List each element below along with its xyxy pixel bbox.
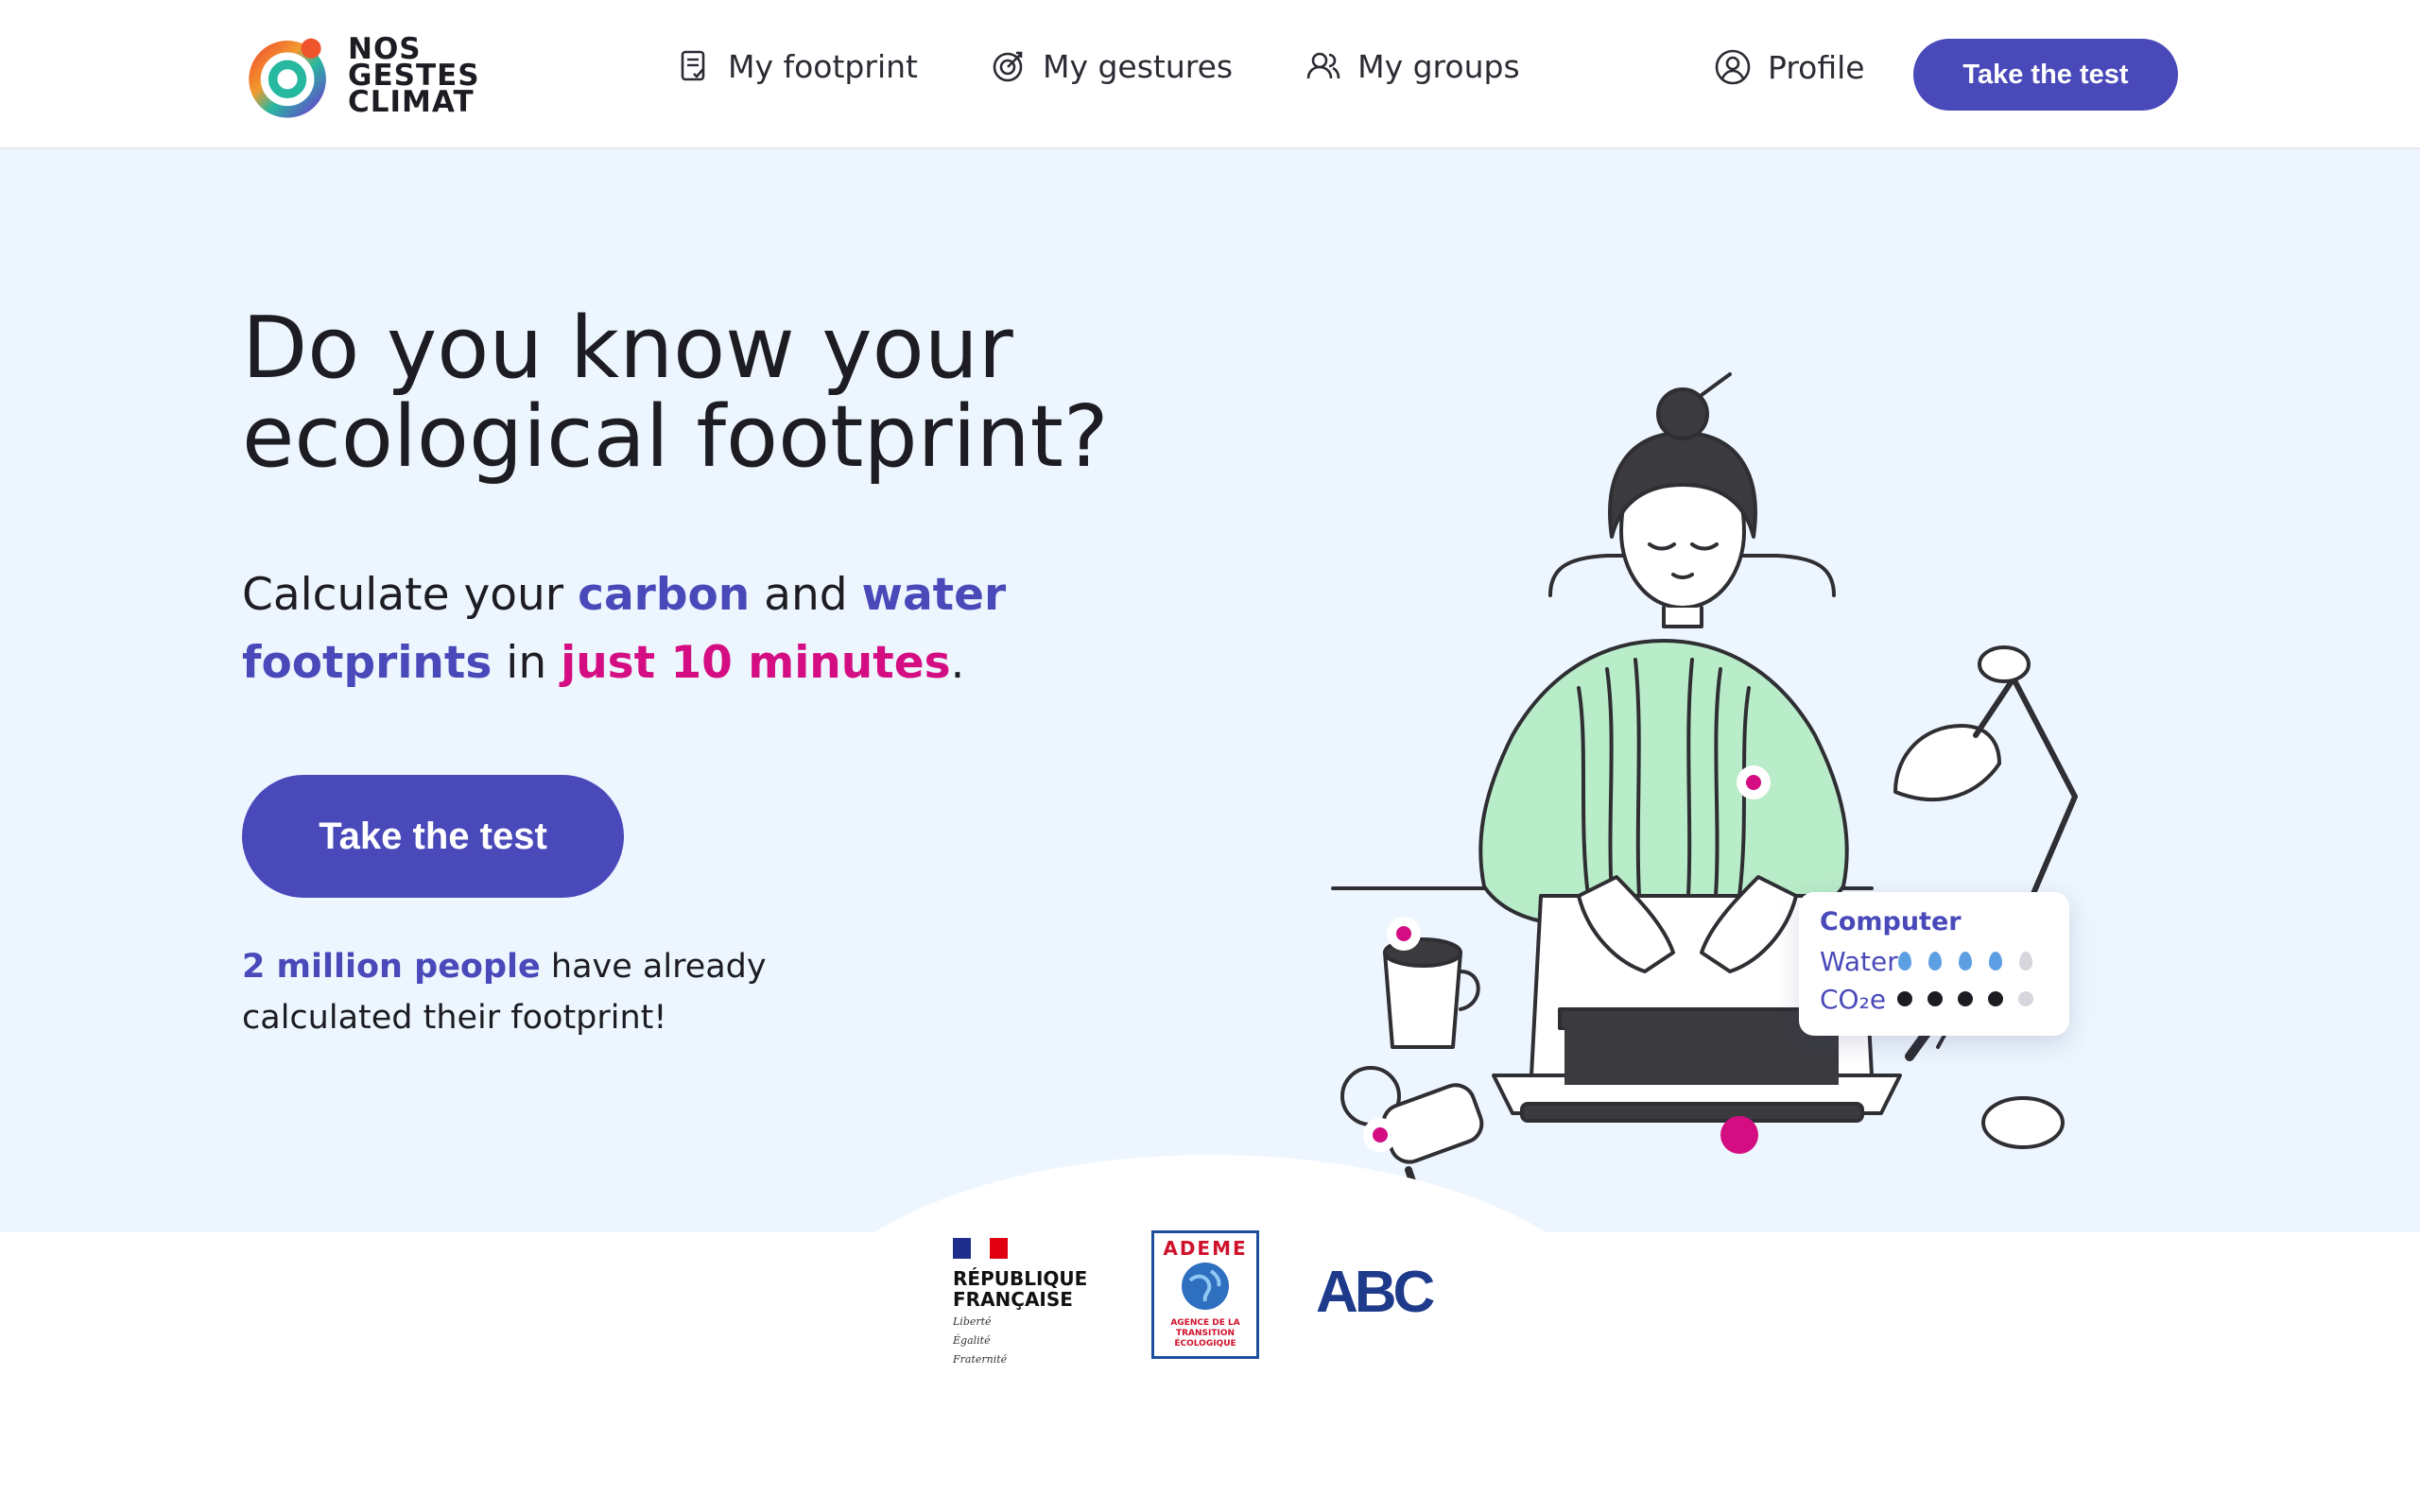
computer-impact-card[interactable]: Computer Water CO₂e [1799, 892, 2069, 1036]
subtitle-text-4: . [950, 637, 965, 689]
globe-icon [1182, 1263, 1229, 1310]
hero-title: Do you know your ecological footprint? [242, 299, 1109, 487]
co2-label: CO₂e [1820, 983, 1887, 1015]
abc-logo-mark: ABC [1316, 1260, 1439, 1325]
water-drop-icon [2018, 952, 2032, 971]
co2-dot-icon [2018, 991, 2033, 1006]
abc-logo: ABC [1316, 1260, 1471, 1325]
header-take-test-button[interactable]: Take the test [1913, 39, 2178, 111]
nav-my-footprint[interactable]: My footprint [675, 47, 918, 85]
ademe-name: ADEME [1163, 1237, 1248, 1260]
rf-motto-3: Fraternité [953, 1353, 1008, 1366]
rf-line2: FRANÇAISE [953, 1288, 1073, 1311]
subtitle-text-3: in [492, 637, 562, 689]
nav-my-footprint-label: My footprint [728, 47, 918, 85]
ademe-sub-1: AGENCE DE LA [1170, 1318, 1240, 1328]
water-drop-icon [1897, 952, 1911, 971]
hero-subtitle: Calculate your carbon and water footprin… [242, 561, 1055, 697]
subtitle-text-2: and [750, 569, 862, 621]
water-label: Water [1820, 945, 1898, 977]
hero-social-proof: 2 million people have already calculated… [242, 941, 847, 1043]
water-drop-icon [1958, 952, 1972, 971]
profile-link[interactable]: Profile [1713, 47, 1865, 87]
co2-dot-icon [1927, 991, 1943, 1006]
co2-dots-rating [1897, 991, 2048, 1006]
co2-dot-icon [1897, 991, 1912, 1006]
partner-logos: RÉPUBLIQUE FRANÇAISE Liberté Égalité Fra… [953, 1230, 1471, 1366]
ademe-logo: ADEME AGENCE DE LA TRANSITION ÉCOLOGIQUE [1151, 1230, 1259, 1359]
nav-my-groups[interactable]: My groups [1305, 47, 1520, 85]
water-drop-icon [1988, 952, 2002, 971]
ademe-sub-2: TRANSITION [1175, 1329, 1236, 1338]
subtitle-minutes: just 10 minutes [561, 637, 951, 689]
footprint-list-icon [681, 50, 705, 81]
rf-line1: RÉPUBLIQUE [953, 1267, 1088, 1290]
impact-card-title: Computer [1820, 907, 1962, 936]
water-drop-icon [1927, 952, 1942, 971]
abc-wordmark: ABC [1316, 1263, 1435, 1319]
nav-my-groups-label: My groups [1357, 47, 1520, 85]
group-icon [1306, 52, 1340, 79]
ademe-subtitle: AGENCE DE LA TRANSITION ÉCOLOGIQUE [1170, 1318, 1239, 1349]
target-icon [993, 51, 1023, 82]
nav-my-gestures-label: My gestures [1042, 47, 1234, 85]
main-nav: My footprint My gestures My groups [675, 47, 1592, 85]
ademe-sub-3: ÉCOLOGIQUE [1174, 1339, 1236, 1349]
top-header: NOS GESTES CLIMAT My footprint My gestur… [0, 0, 2420, 149]
co2-impact-row: CO₂e [1820, 980, 2048, 1018]
hero-take-test-button[interactable]: Take the test [242, 775, 624, 898]
republique-francaise-logo: RÉPUBLIQUE FRANÇAISE Liberté Égalité Fra… [953, 1238, 1095, 1366]
logo-wordmark: NOS GESTES CLIMAT [348, 32, 480, 119]
logo-ring-icon [249, 38, 326, 118]
woman-at-computer-illustration [1331, 372, 2078, 1227]
nos-gestes-climat-logo[interactable]: NOS GESTES CLIMAT [244, 28, 480, 123]
water-drops-rating [1897, 952, 2049, 971]
nav-my-gestures[interactable]: My gestures [990, 47, 1233, 85]
rf-motto-1: Liberté [953, 1315, 992, 1328]
profile-icon [1715, 49, 1751, 85]
people-count: 2 million people [242, 948, 541, 986]
subtitle-carbon: carbon [578, 569, 751, 621]
hero-section: Do you know your ecological footprint? C… [0, 149, 2420, 1232]
subtitle-text-1: Calculate your [242, 569, 579, 621]
profile-label: Profile [1768, 48, 1865, 86]
water-impact-row: Water [1820, 942, 2048, 980]
french-flag-icon [953, 1238, 1008, 1259]
co2-dot-icon [1958, 991, 1973, 1006]
co2-dot-icon [1988, 991, 2003, 1006]
rf-motto-2: Égalité [953, 1334, 991, 1347]
